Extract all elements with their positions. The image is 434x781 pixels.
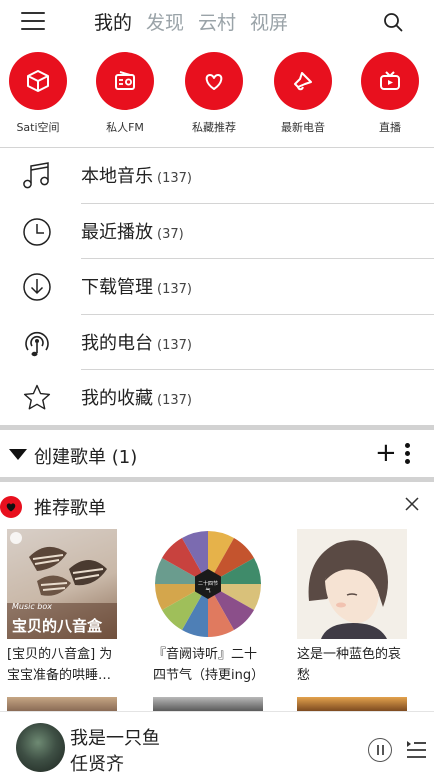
section-title: 创建歌单 (1): [34, 447, 138, 468]
quick-label: 私藏推荐: [192, 121, 236, 134]
quick-label: 直播: [379, 121, 401, 134]
music-note-icon: [23, 162, 49, 189]
list-item-label: 本地音乐: [81, 166, 153, 187]
playlist-cover: 二十四节气: [153, 529, 263, 639]
add-playlist-button[interactable]: +: [375, 440, 397, 466]
quick-private-fm[interactable]: 私人FM: [85, 50, 165, 135]
list-item-count: (137): [157, 171, 192, 186]
list-item-label: 我的电台: [81, 332, 153, 354]
bell-icon: [274, 52, 332, 110]
playlist-cover-peek: [297, 697, 407, 711]
playlist-cover-peek: [153, 697, 263, 711]
star-icon: [23, 384, 51, 410]
close-icon[interactable]: [404, 496, 420, 512]
list-item-local-music[interactable]: 本地音乐 (137): [0, 148, 434, 204]
quick-live[interactable]: 直播: [350, 50, 430, 135]
podcast-icon: [25, 331, 49, 356]
cover-caption: 二十四节气: [197, 581, 218, 594]
caret-down-icon[interactable]: [9, 449, 27, 460]
quick-label: Sati空间: [16, 121, 60, 134]
quick-label: 私人FM: [106, 121, 144, 134]
section-title: 推荐歌单: [34, 498, 106, 519]
quick-private-recommend[interactable]: 私藏推荐: [174, 50, 254, 135]
list-item-label: 最近播放: [81, 221, 153, 243]
tab-mine[interactable]: 我的: [94, 8, 132, 35]
tab-video[interactable]: 视屏: [250, 8, 288, 35]
quick-new-electronic[interactable]: 最新电音: [263, 50, 343, 135]
playlist-icon[interactable]: [405, 739, 427, 761]
album-art[interactable]: [16, 723, 65, 772]
list-item-label: 下载管理: [81, 277, 153, 298]
top-tabs: 我的 发现 云村 视屏: [94, 8, 288, 35]
library-list: 本地音乐 (137) 最近播放 (37) 下载管理 (137) 我的电台 (137) 我…: [0, 148, 434, 426]
tab-discover[interactable]: 发现: [146, 8, 184, 35]
radio-icon: [96, 52, 154, 110]
song-title: 我是一只鱼: [70, 728, 160, 749]
list-item-favorites[interactable]: 我的收藏 (137): [0, 370, 434, 426]
playlist-card[interactable]: Music box 宝贝的八音盒 [宝贝的八音盒] 为宝宝准备的哄睡…: [7, 529, 119, 686]
playlist-title: 『音阙诗听』二十四节气（持更ing）: [153, 647, 265, 683]
playlist-cover: [297, 529, 407, 639]
list-item-label: 我的收藏: [81, 388, 153, 409]
list-item-downloads[interactable]: 下载管理 (137): [0, 259, 434, 315]
clock-icon: [23, 217, 51, 246]
list-item-my-radio[interactable]: 我的电台 (137): [0, 315, 434, 370]
playlist-title: 这是一种蓝色的哀愁: [297, 647, 402, 683]
playlist-cover-peek: [7, 697, 117, 711]
more-icon[interactable]: [405, 443, 411, 465]
cube-icon: [9, 52, 67, 110]
search-icon[interactable]: [383, 12, 403, 32]
tv-icon: [361, 52, 419, 110]
playlist-card[interactable]: 二十四节气 『音阙诗听』二十四节气（持更ing）: [153, 529, 265, 686]
list-item-count: (137): [157, 393, 192, 408]
playlist-cover: Music box 宝贝的八音盒: [7, 529, 117, 639]
quick-sati-space[interactable]: Sati空间: [0, 50, 78, 135]
playlist-title: [宝贝的八音盒] 为宝宝准备的哄睡…: [7, 647, 113, 683]
section-divider: [0, 425, 434, 430]
artist-name: 任贤齐: [70, 754, 124, 775]
cover-caption-small: Music box: [12, 602, 53, 611]
download-icon: [23, 273, 51, 301]
menu-icon[interactable]: [21, 12, 45, 32]
quick-actions: Sati空间 私人FM 私藏推荐 最新电音 直播: [0, 50, 434, 142]
pause-icon[interactable]: [368, 738, 392, 762]
section-divider: [0, 477, 434, 482]
created-playlists-header[interactable]: 创建歌单 (1) +: [0, 431, 434, 477]
recommended-header: 推荐歌单: [0, 490, 434, 524]
list-item-recent[interactable]: 最近播放 (37): [0, 204, 434, 259]
list-item-count: (37): [157, 226, 184, 242]
top-bar: 我的 发现 云村 视屏: [0, 0, 434, 44]
list-item-count: (137): [157, 282, 192, 297]
quick-label: 最新电音: [281, 121, 325, 134]
cover-caption: 宝贝的八音盒: [12, 617, 103, 635]
tab-village[interactable]: 云村: [198, 8, 236, 35]
mini-player[interactable]: 我是一只鱼 任贤齐: [0, 711, 434, 781]
list-item-count: (137): [157, 337, 192, 353]
heart-icon: [0, 496, 22, 518]
heart-icon: [185, 52, 243, 110]
playlist-card[interactable]: 这是一种蓝色的哀愁: [297, 529, 409, 686]
